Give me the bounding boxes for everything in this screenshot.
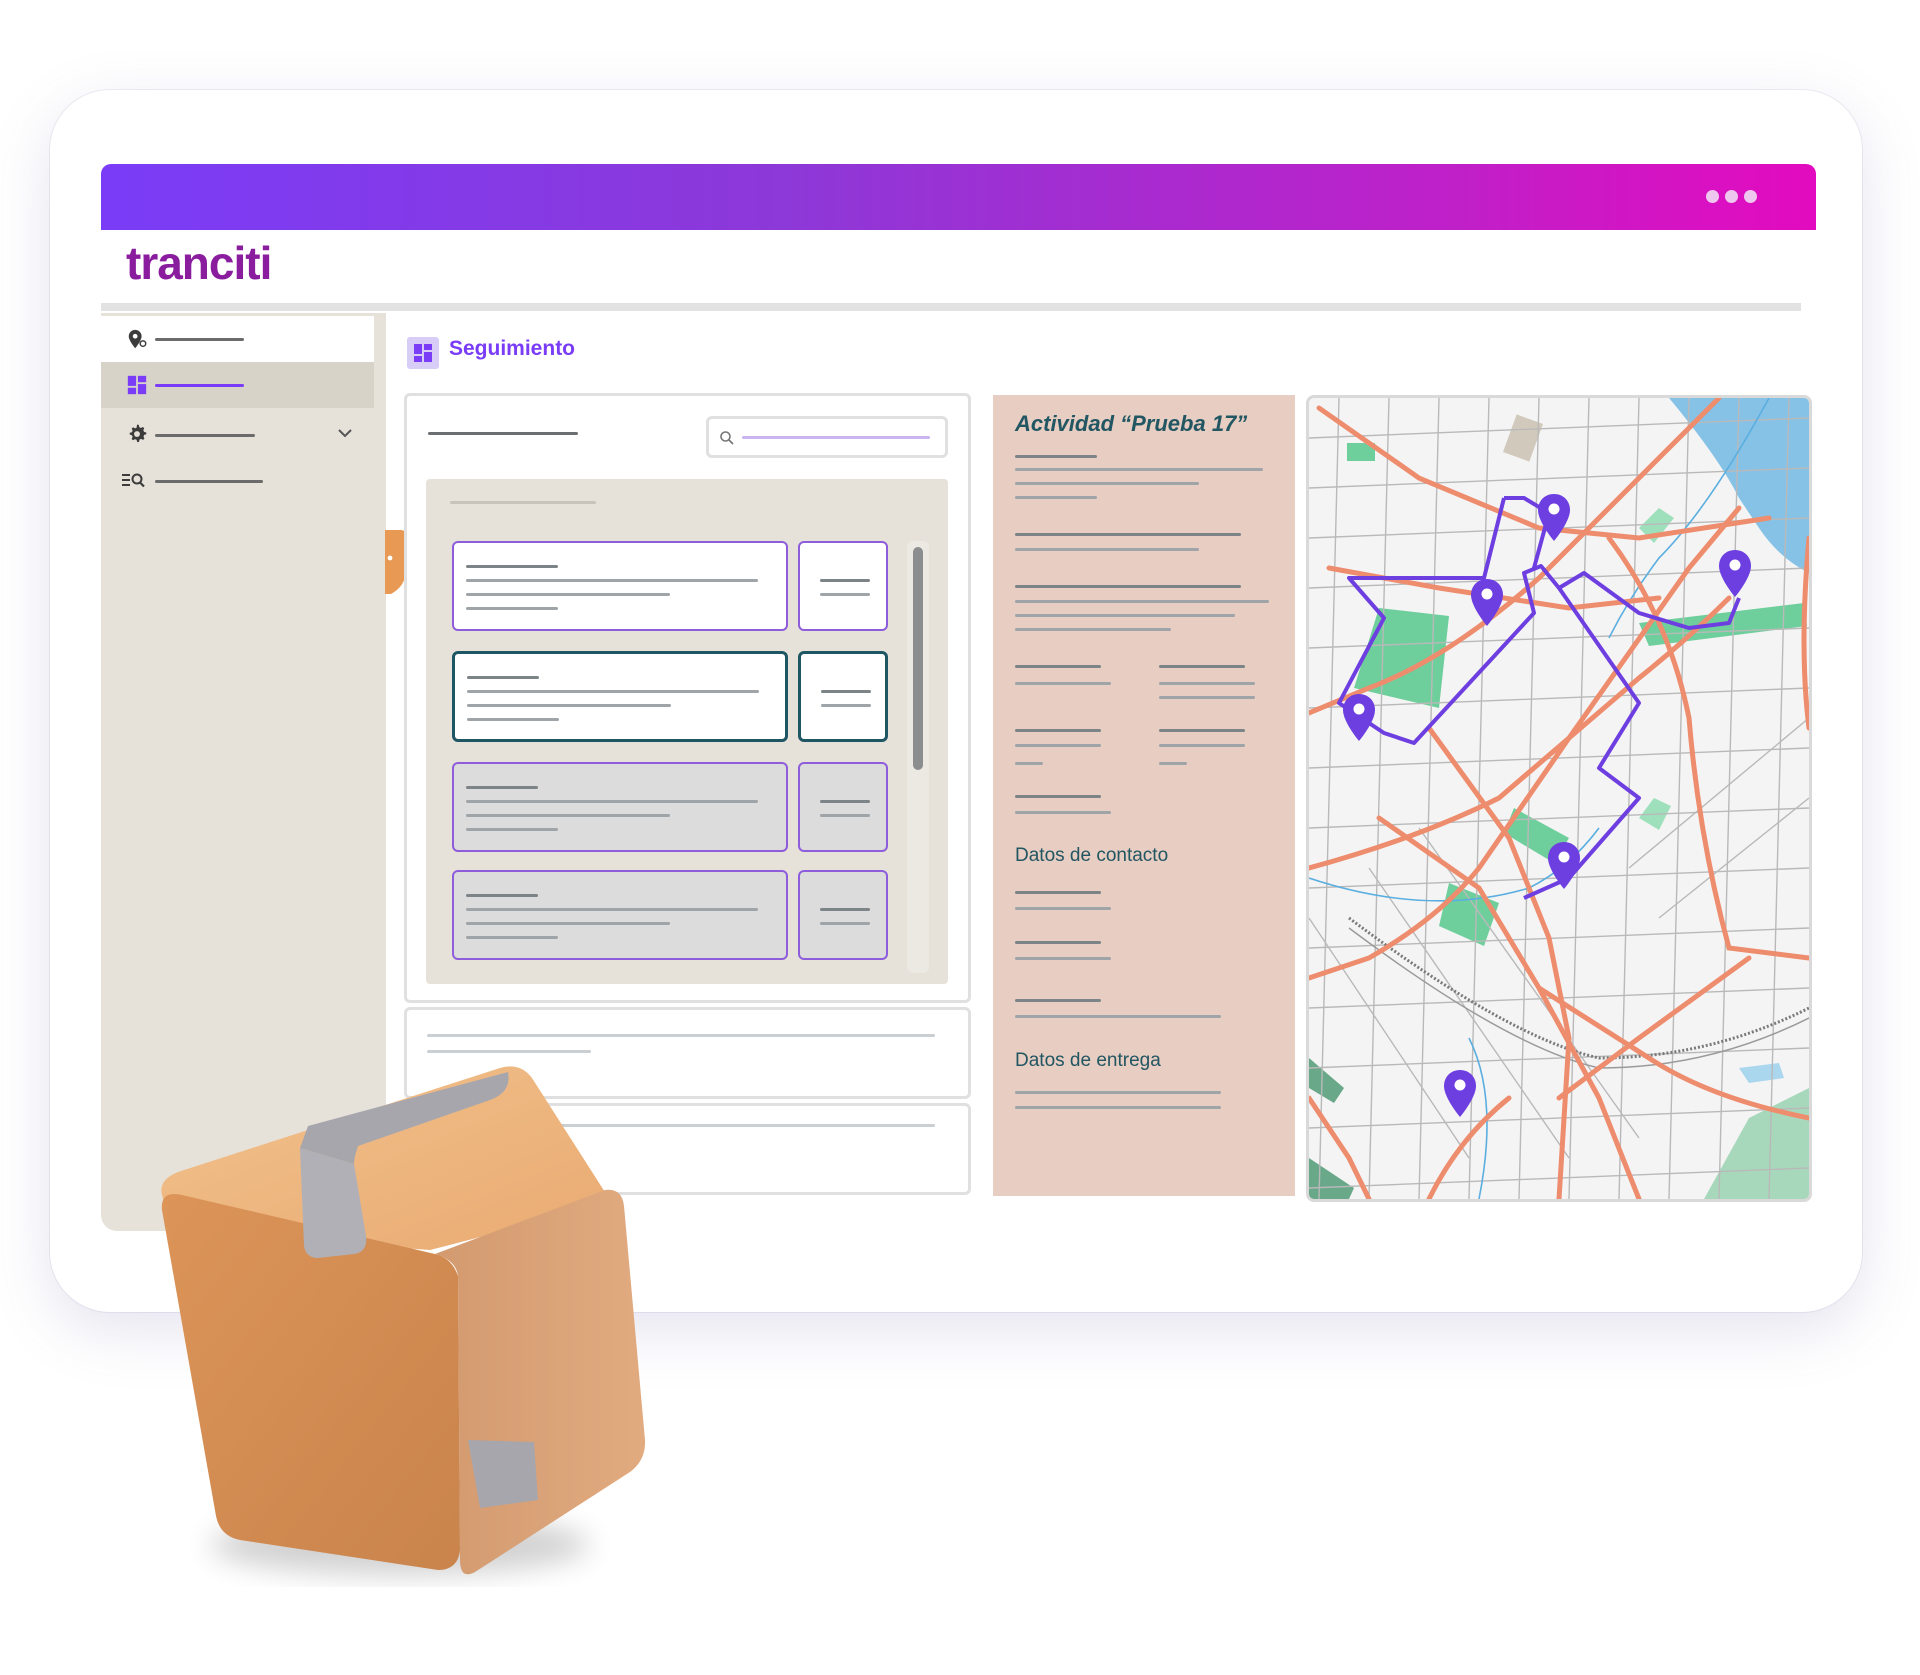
map-marker-icon[interactable] xyxy=(1441,1068,1479,1120)
location-pin-icon xyxy=(128,329,147,349)
window-dot-icon[interactable] xyxy=(1706,190,1719,203)
section-contact-title: Datos de contacto xyxy=(1015,845,1169,866)
activity-card[interactable] xyxy=(452,870,788,960)
map-marker-icon[interactable] xyxy=(1545,840,1583,892)
park-area xyxy=(1309,1058,1344,1103)
list-search-icon xyxy=(122,473,145,488)
activity-detail-panel: Actividad “Prueba 17” Datos de contacto … xyxy=(993,395,1295,1196)
sidebar-item-label xyxy=(155,384,244,387)
sidebar-item-label xyxy=(155,434,255,437)
map-marker-icon[interactable] xyxy=(1716,548,1754,600)
activity-title: Actividad “Prueba 17” xyxy=(1015,411,1248,436)
water-area xyxy=(1739,1063,1784,1083)
activity-card-selected[interactable] xyxy=(452,651,788,742)
list-title xyxy=(428,432,578,435)
map-marker-icon[interactable] xyxy=(1340,692,1378,744)
sidebar-item-settings[interactable] xyxy=(101,411,374,457)
park-area xyxy=(1309,1158,1354,1199)
app-logo: tranciti xyxy=(126,237,272,289)
window-title-bar xyxy=(101,164,1816,230)
header-divider xyxy=(101,303,1801,311)
sidebar-item-seguimiento[interactable] xyxy=(101,362,374,408)
activity-card[interactable] xyxy=(452,541,788,631)
sidebar-item-location[interactable] xyxy=(101,316,374,362)
activity-card-status[interactable] xyxy=(798,651,888,742)
dashboard-icon xyxy=(127,375,147,395)
activity-card-status[interactable] xyxy=(798,541,888,631)
route-map[interactable] xyxy=(1306,395,1812,1202)
activity-card-status[interactable] xyxy=(798,762,888,852)
search-input[interactable] xyxy=(706,416,948,458)
park-area xyxy=(1439,883,1499,946)
page-title: Seguimiento xyxy=(449,337,576,360)
search-icon xyxy=(720,431,734,445)
package-box-icon xyxy=(161,1066,646,1575)
sidebar-item-label xyxy=(155,480,263,483)
map-marker-icon[interactable] xyxy=(1535,492,1573,544)
section-delivery-title: Datos de entrega xyxy=(1015,1050,1161,1071)
sidebar-item-label xyxy=(155,338,244,341)
window-dot-icon[interactable] xyxy=(1744,190,1757,203)
dashboard-icon xyxy=(407,337,439,369)
gear-icon xyxy=(129,424,147,443)
window-dot-icon[interactable] xyxy=(1725,190,1738,203)
chevron-down-icon[interactable] xyxy=(337,427,353,439)
list-section-label xyxy=(450,501,596,504)
sidebar-item-search-list[interactable] xyxy=(101,457,374,503)
map-marker-icon[interactable] xyxy=(1468,577,1506,629)
activity-card[interactable] xyxy=(452,762,788,852)
search-placeholder xyxy=(742,436,930,439)
activity-card-status[interactable] xyxy=(798,870,888,960)
scrollbar-thumb[interactable] xyxy=(913,547,923,770)
